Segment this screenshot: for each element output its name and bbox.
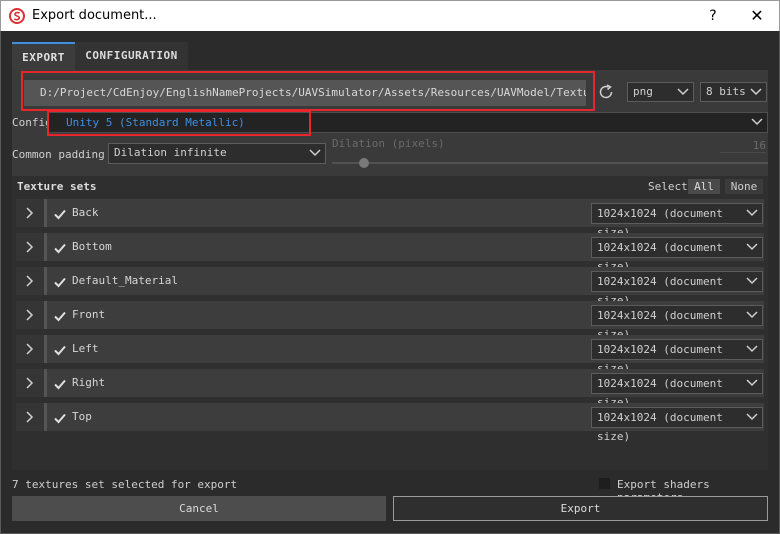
texture-set-name: Top [72,410,92,423]
bit-depth-select[interactable]: 8 bits [700,82,767,102]
row-divider [44,199,47,227]
texture-size-select[interactable]: 1024x1024 (document size) [591,271,763,307]
texture-set-row: Left 1024x1024 (document size) [16,335,764,375]
export-path-field[interactable]: D:/Project/CdEnjoy/EnglishNameProjects/U… [24,80,586,106]
chevron-right-icon [26,377,34,389]
texture-set-name: Front [72,308,106,321]
chevron-right-icon [26,411,34,423]
cancel-button[interactable]: Cancel [12,496,386,521]
texture-set-name: Right [72,376,106,389]
row-divider [44,335,47,363]
chevron-down-icon [746,345,758,353]
chevron-right-icon [26,343,34,355]
dilation-slider-handle[interactable] [359,158,369,168]
expand-toggle[interactable] [16,301,44,329]
help-button[interactable]: ? [701,5,725,27]
texture-size-select[interactable]: 1024x1024 (document size) [591,203,763,239]
texture-set-name: Left [72,342,99,355]
bit-depth-value: 8 bits [706,85,746,98]
checkmark-icon[interactable] [53,411,67,425]
texture-size-select[interactable]: 1024x1024 (document size) [591,305,763,341]
expand-toggle[interactable] [16,403,44,431]
file-format-select[interactable]: png [627,82,694,102]
row-divider [44,233,47,261]
dilation-label: Dilation (pixels) [332,137,445,150]
checkmark-icon[interactable] [53,343,67,357]
expand-toggle[interactable] [16,199,44,227]
chevron-down-icon [746,413,758,421]
chevron-down-icon [750,88,762,96]
select-label: Select [648,180,688,193]
texture-set-name: Default_Material [72,274,178,287]
substance-painter-icon [9,8,25,24]
select-none-button[interactable]: None [725,179,763,194]
tab-configuration[interactable]: CONFIGURATION [75,42,188,70]
chevron-right-icon [26,275,34,287]
expand-toggle[interactable] [16,267,44,295]
chevron-down-icon [746,243,758,251]
texture-set-row: Front 1024x1024 (document size) [16,301,764,341]
dilation-slider[interactable] [332,162,768,164]
texture-sets-title: Texture sets [17,180,97,193]
chevron-down-icon [746,277,758,285]
export-shaders-checkbox[interactable] [598,477,611,490]
chevron-down-icon [677,88,689,96]
chevron-down-icon [746,311,758,319]
close-button[interactable]: ✕ [745,5,769,27]
texture-set-row: Back 1024x1024 (document size) [16,199,764,239]
checkmark-icon[interactable] [53,377,67,391]
texture-set-name: Back [72,206,99,219]
texture-set-row: Right 1024x1024 (document size) [16,369,764,409]
padding-value: Dilation infinite [114,146,227,159]
expand-toggle[interactable] [16,335,44,363]
select-all-button[interactable]: All [688,179,720,194]
texture-size-select[interactable]: 1024x1024 (document size) [591,407,763,443]
refresh-icon[interactable] [596,82,616,102]
tab-export[interactable]: EXPORT [12,42,75,70]
texture-set-row: Top 1024x1024 (document size) [16,403,764,443]
row-divider [44,301,47,329]
texture-set-name: Bottom [72,240,112,253]
config-value: Unity 5 (Standard Metallic) [66,116,245,129]
row-divider [44,369,47,397]
status-text: 7 textures set selected for export [12,478,238,491]
chevron-down-icon [746,209,758,217]
chevron-down-icon [746,379,758,387]
checkmark-icon[interactable] [53,309,67,323]
expand-toggle[interactable] [16,233,44,261]
checkmark-icon[interactable] [53,275,67,289]
texture-set-row: Bottom 1024x1024 (document size) [16,233,764,273]
chevron-down-icon [751,118,763,126]
row-divider [44,403,47,431]
title-bar: Export document... ? ✕ [0,0,780,31]
expand-toggle[interactable] [16,369,44,397]
dilation-value-field[interactable]: 16 [720,139,766,153]
padding-select[interactable]: Dilation infinite [108,143,326,164]
checkmark-icon[interactable] [53,207,67,221]
chevron-right-icon [26,309,34,321]
file-format-value: png [633,85,653,98]
texture-size-select[interactable]: 1024x1024 (document size) [591,237,763,273]
texture-size-select[interactable]: 1024x1024 (document size) [591,339,763,375]
row-divider [44,267,47,295]
chevron-right-icon [26,207,34,219]
chevron-down-icon [309,149,321,157]
chevron-right-icon [26,241,34,253]
config-label: Config [12,116,52,129]
window-title: Export document... [32,8,157,23]
texture-size-select[interactable]: 1024x1024 (document size) [591,373,763,409]
padding-label: Common padding [12,148,105,161]
checkmark-icon[interactable] [53,241,67,255]
export-button[interactable]: Export [393,496,768,521]
texture-set-row: Default_Material 1024x1024 (document siz… [16,267,764,307]
